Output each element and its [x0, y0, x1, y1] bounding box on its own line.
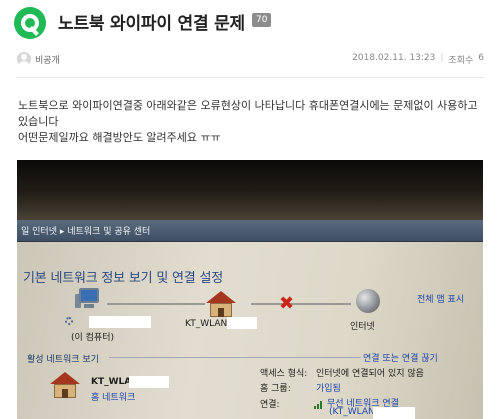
redaction — [227, 317, 257, 329]
post-title: 노트북 와이파이 연결 문제 — [58, 14, 245, 34]
access-type-value: 인터넷에 연결되어 있지 않음 — [316, 369, 424, 379]
connection-ssid: (KT_WLAN — [329, 407, 375, 417]
post-meta: 2018.02.11. 13:23 | 조회수 6 — [352, 53, 484, 66]
views-label: 조회수 — [448, 56, 474, 66]
views-count: 6 — [478, 53, 484, 63]
router-name-label: KT_WLAN — [185, 319, 228, 329]
connection-label: 연결: — [260, 400, 280, 410]
breadcrumb: 일 인터넷 ▸ 네트워크 및 공유 센터 — [21, 227, 151, 237]
disconnected-x-icon: ✖ — [279, 293, 295, 314]
post-body-line: 어떤문제일까요 해결방안도 알려주세요 ㅠㅠ — [18, 131, 221, 144]
globe-icon — [356, 289, 380, 313]
redaction — [373, 407, 415, 419]
window-heading: 기본 네트워크 정보 보기 및 연결 설정 — [23, 271, 223, 286]
computer-icon — [75, 288, 101, 310]
homegroup-value[interactable]: 가입됨 — [316, 381, 341, 394]
this-computer-label: (이 컴퓨터) — [71, 333, 115, 343]
homegroup-label: 홈 그룹: — [260, 384, 291, 394]
house-icon — [50, 372, 80, 398]
connection-line — [107, 303, 205, 305]
network-settings-icon — [65, 317, 73, 325]
wifi-signal-icon — [314, 400, 324, 409]
point-badge: 70 — [252, 13, 272, 27]
screen-bezel — [17, 160, 483, 220]
q-logo-icon[interactable] — [14, 7, 46, 39]
network-type-link[interactable]: 홈 네트워크 — [91, 390, 135, 403]
redaction — [89, 316, 151, 328]
access-type-label: 액세스 형식: — [260, 369, 308, 379]
house-icon — [206, 291, 236, 317]
connection-line — [251, 303, 351, 305]
avatar-icon — [17, 52, 31, 66]
meta-separator: | — [440, 53, 444, 63]
internet-label: 인터넷 — [350, 322, 375, 332]
divider — [16, 77, 484, 78]
active-networks-label: 활성 네트워크 보기 — [27, 355, 99, 365]
post-body-line: 노트북으로 와이파이연결중 아래와같은 오류현상이 나타납니다 휴대폰연결시에는… — [18, 99, 478, 128]
section-divider — [109, 357, 361, 358]
author-name[interactable]: 비공개 — [35, 53, 60, 66]
attached-photo[interactable]: 일 인터넷 ▸ 네트워크 및 공유 센터 기본 네트워크 정보 보기 및 연결 … — [17, 160, 483, 419]
connect-disconnect-link[interactable]: 연결 또는 연결 끊기 — [363, 351, 438, 364]
redaction — [129, 376, 169, 388]
post-body: 노트북으로 와이파이연결중 아래와같은 오류현상이 나타납니다 휴대폰연결시에는… — [18, 98, 484, 146]
post-date: 2018.02.11. 13:23 — [352, 53, 436, 63]
full-map-link[interactable]: 전체 맵 표시 — [417, 292, 464, 305]
